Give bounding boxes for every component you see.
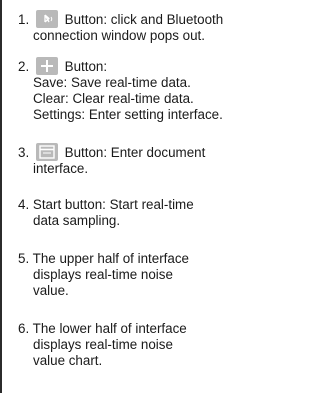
item-number: 5. xyxy=(18,251,30,266)
item-number: 1. xyxy=(18,12,30,27)
item-5-line-1: 5. The upper half of interface xyxy=(18,251,262,267)
list-item-4: 4. Start button: Start real-time data sa… xyxy=(18,197,262,229)
item-number: 6. xyxy=(18,321,30,336)
item-2-text: Button: xyxy=(64,59,108,74)
list-item-5: 5. The upper half of interface displays … xyxy=(18,251,262,299)
plus-icon xyxy=(35,57,58,75)
item-4-line-2: data sampling. xyxy=(33,213,121,228)
item-4-line-1: 4. Start button: Start real-time xyxy=(18,197,262,213)
item-5-text: The upper half of interface xyxy=(32,251,189,266)
list-item-6: 6. The lower half of interface displays … xyxy=(18,321,262,369)
item-5-line-3: value. xyxy=(33,283,69,298)
list-item-2: 2. Button: Save: Save real-time data. Cl… xyxy=(18,57,262,123)
list-item-3: 3. Button: Enter document interface. xyxy=(18,143,262,177)
left-margin-rule xyxy=(0,0,2,393)
item-6-text: The lower half of interface xyxy=(32,321,187,336)
item-3-line-2: interface. xyxy=(33,161,89,176)
item-6-line-3: value chart. xyxy=(33,353,103,368)
item-3-text: Button: Enter document xyxy=(64,145,206,160)
folder-icon xyxy=(35,143,58,161)
item-1-text: Button: click and Bluetooth xyxy=(64,12,224,27)
manual-page: 1. Button: click and Bluetooth connectio… xyxy=(0,0,262,393)
item-number: 2. xyxy=(18,59,30,74)
item-5-line-2: displays real-time noise xyxy=(33,267,173,282)
item-2-line-2: Save: Save real-time data. xyxy=(33,75,191,90)
bluetooth-icon xyxy=(35,10,58,28)
item-6-line-2: displays real-time noise xyxy=(33,337,173,352)
item-2-line-3: Clear: Clear real-time data. xyxy=(33,91,194,106)
list-item-1: 1. Button: click and Bluetooth connectio… xyxy=(18,10,262,44)
item-6-line-1: 6. The lower half of interface xyxy=(18,321,262,337)
item-1-line-2: connection window pops out. xyxy=(33,28,205,43)
item-4-text: Start button: Start real-time xyxy=(32,197,194,212)
item-3-line-1: 3. Button: Enter document xyxy=(18,143,262,161)
item-1-line-1: 1. Button: click and Bluetooth xyxy=(18,10,262,28)
item-number: 3. xyxy=(18,145,30,160)
item-2-line-1: 2. Button: xyxy=(18,57,262,75)
item-number: 4. xyxy=(18,197,30,212)
item-2-line-4: Settings: Enter setting interface. xyxy=(33,107,223,122)
